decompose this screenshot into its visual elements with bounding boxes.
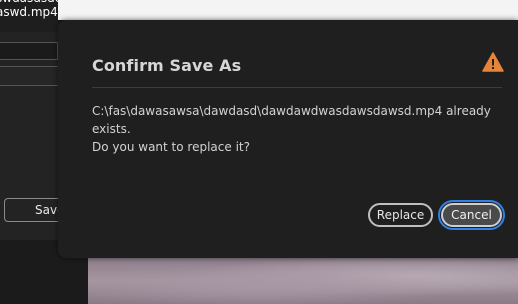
message-line-2: exists.	[92, 122, 131, 136]
background-file-title: swdasdsdc aswd.mp4	[0, 0, 58, 32]
background-window-strip	[58, 0, 518, 20]
background-format-field	[0, 66, 58, 86]
background-filename-field	[0, 42, 58, 60]
video-preview	[88, 258, 518, 304]
confirm-save-as-dialog: Confirm Save As C:\fas\dawasawsa\dawdasd…	[58, 20, 518, 258]
replace-button[interactable]: Replace	[368, 203, 433, 227]
cancel-button[interactable]: Cancel	[441, 203, 502, 227]
dialog-message: C:\fas\dawasawsa\dawdasd\dawdawdwasdawsd…	[92, 102, 502, 156]
dialog-divider	[92, 87, 502, 88]
warning-triangle-icon	[482, 52, 504, 72]
message-line-1: C:\fas\dawasawsa\dawdasd\dawdawdwasdawsd…	[92, 104, 491, 118]
dialog-title: Confirm Save As	[92, 56, 242, 75]
background-title-line-2: aswd.mp4	[0, 5, 58, 19]
message-line-3: Do you want to replace it?	[92, 140, 250, 154]
